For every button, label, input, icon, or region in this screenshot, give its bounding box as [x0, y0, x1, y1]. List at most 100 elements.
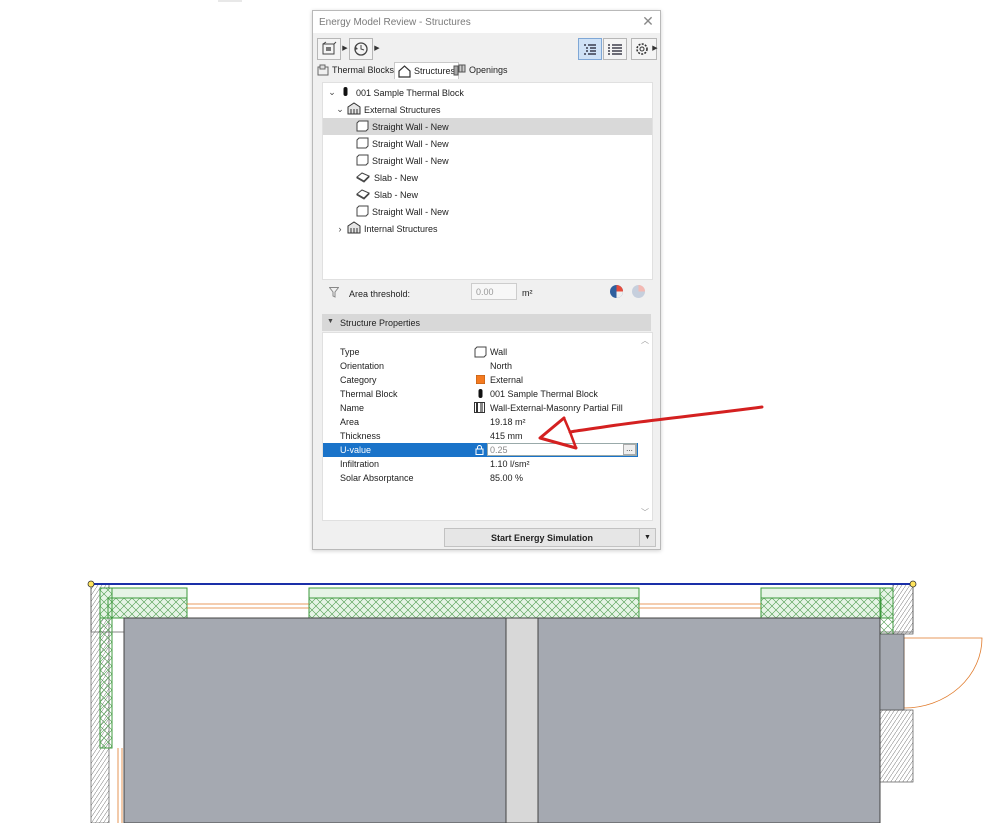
- property-row-thermal-block[interactable]: Thermal Block 001 Sample Thermal Block: [323, 387, 638, 401]
- property-row-type[interactable]: Type Wall: [323, 345, 638, 359]
- category-swatch: [476, 375, 485, 384]
- start-energy-simulation-button[interactable]: Start Energy Simulation: [444, 528, 640, 547]
- structure-tree: ⌄ 001 Sample Thermal Block ⌄ External St…: [322, 82, 653, 280]
- chevron-down-icon[interactable]: ⌄: [335, 104, 345, 115]
- refresh-icon: [354, 42, 368, 56]
- tree-item-label: Slab - New: [374, 173, 419, 183]
- tab-structures[interactable]: Structures: [394, 62, 460, 79]
- structures-icon: [398, 64, 411, 78]
- wall-icon: [356, 137, 369, 149]
- collapse-triangle-icon[interactable]: ▼: [327, 318, 334, 325]
- property-value: 85.00 %: [490, 473, 524, 483]
- lock-icon[interactable]: [475, 445, 484, 455]
- tab-structures-label: Structures: [414, 66, 456, 76]
- wall-icon: [356, 120, 369, 132]
- tree-item-row[interactable]: Straight Wall - New: [323, 118, 652, 135]
- refresh-dropdown[interactable]: ▶: [373, 38, 381, 58]
- property-row-orientation[interactable]: Orientation North: [323, 359, 638, 373]
- property-name: Thickness: [340, 431, 381, 441]
- property-value: 1.10 l/sm²: [490, 459, 530, 469]
- simple-list-icon: [608, 44, 622, 55]
- scroll-down-icon[interactable]: ﹀: [641, 507, 649, 518]
- slab-icon: [356, 189, 370, 200]
- property-value: 415 mm: [490, 431, 523, 441]
- tab-thermal-blocks[interactable]: Thermal Blocks: [317, 62, 394, 78]
- slab-icon: [356, 172, 370, 183]
- openings-icon: [453, 64, 466, 76]
- property-value: Wall: [490, 347, 508, 357]
- composite-icon: [474, 402, 485, 413]
- tree-item-label: Straight Wall - New: [372, 139, 449, 149]
- title-bar: Energy Model Review - Structures ✕: [313, 11, 660, 33]
- tree-item-row[interactable]: Straight Wall - New: [323, 135, 652, 152]
- window-title: Energy Model Review - Structures: [319, 17, 471, 28]
- property-value: 001 Sample Thermal Block: [490, 389, 598, 399]
- scroll-up-icon[interactable]: ︿: [641, 335, 649, 346]
- building-icon: [347, 221, 361, 234]
- wall-icon: [474, 346, 487, 358]
- color-coding-icon[interactable]: [609, 284, 624, 299]
- area-unit: m²: [522, 288, 533, 298]
- tab-openings-label: Openings: [469, 65, 508, 75]
- tree-external-row[interactable]: ⌄ External Structures: [323, 101, 652, 118]
- u-value-input[interactable]: 0.25: [490, 445, 508, 455]
- tree-item-row[interactable]: Straight Wall - New: [323, 152, 652, 169]
- tree-item-label: Slab - New: [374, 190, 419, 200]
- property-value: North: [490, 361, 513, 371]
- property-row-category[interactable]: Category External: [323, 373, 638, 387]
- model-view-button[interactable]: [317, 38, 341, 60]
- detailed-list-icon: [584, 44, 596, 55]
- property-name: Category: [340, 375, 377, 385]
- energy-model-review-palette: Energy Model Review - Structures ✕ ▶ ▶ ▶…: [312, 10, 661, 550]
- property-row-solar-absorptance[interactable]: Solar Absorptance 85.00 %: [323, 471, 638, 485]
- tree-item-row[interactable]: Slab - New: [323, 186, 652, 203]
- property-name: Name: [340, 403, 365, 413]
- property-name: Area: [340, 417, 360, 427]
- filter-icon[interactable]: [329, 287, 339, 298]
- tree-item-label: Straight Wall - New: [372, 156, 449, 166]
- settings-dropdown[interactable]: ▶: [651, 38, 659, 58]
- tree-external-label: External Structures: [364, 105, 441, 115]
- tab-thermal-blocks-label: Thermal Blocks: [332, 65, 395, 75]
- tree-root-label: 001 Sample Thermal Block: [356, 88, 464, 98]
- start-simulation-dropdown[interactable]: ▼: [640, 528, 656, 547]
- area-threshold-label: Area threshold:: [349, 289, 411, 299]
- gear-icon: [636, 43, 648, 55]
- chevron-down-icon[interactable]: ⌄: [327, 87, 337, 98]
- tree-internal-row[interactable]: › Internal Structures: [323, 220, 652, 237]
- property-name: Solar Absorptance: [340, 473, 414, 483]
- tree-item-label: Straight Wall - New: [372, 122, 449, 132]
- model-icon: [322, 41, 337, 55]
- refresh-button[interactable]: [349, 38, 373, 60]
- floor-plan-drawing: [87, 580, 983, 823]
- wall-icon: [356, 205, 369, 217]
- property-name: Type: [340, 347, 360, 357]
- area-threshold-input[interactable]: [471, 283, 517, 300]
- simple-list-view-button[interactable]: [603, 38, 627, 60]
- detailed-list-view-button[interactable]: [578, 38, 602, 60]
- tab-openings[interactable]: Openings: [453, 62, 508, 78]
- property-value: 19.18 m²: [490, 417, 526, 427]
- close-icon[interactable]: ✕: [641, 13, 655, 29]
- structure-properties-header[interactable]: ▼ Structure Properties: [322, 314, 651, 331]
- tree-root-row[interactable]: ⌄ 001 Sample Thermal Block: [323, 84, 652, 101]
- property-name: Thermal Block: [340, 389, 398, 399]
- wall-icon: [356, 154, 369, 166]
- background-mark: [218, 0, 242, 2]
- red-annotation-arrow: [538, 405, 764, 450]
- tree-item-row[interactable]: Slab - New: [323, 169, 652, 186]
- model-view-dropdown[interactable]: ▶: [341, 38, 349, 58]
- tree-internal-label: Internal Structures: [364, 224, 438, 234]
- tree-item-label: Straight Wall - New: [372, 207, 449, 217]
- building-icon: [347, 102, 361, 115]
- tree-item-row[interactable]: Straight Wall - New: [323, 203, 652, 220]
- color-coding-disabled-icon[interactable]: [631, 284, 646, 299]
- chevron-right-icon[interactable]: ›: [335, 224, 345, 234]
- thermal-blocks-icon: [317, 64, 329, 76]
- structure-properties-title: Structure Properties: [340, 318, 421, 328]
- property-name: U-value: [340, 445, 372, 455]
- thermal-block-icon: [343, 87, 348, 96]
- property-name: Orientation: [340, 361, 385, 371]
- property-value: External: [490, 375, 524, 385]
- property-name: Infiltration: [340, 459, 380, 469]
